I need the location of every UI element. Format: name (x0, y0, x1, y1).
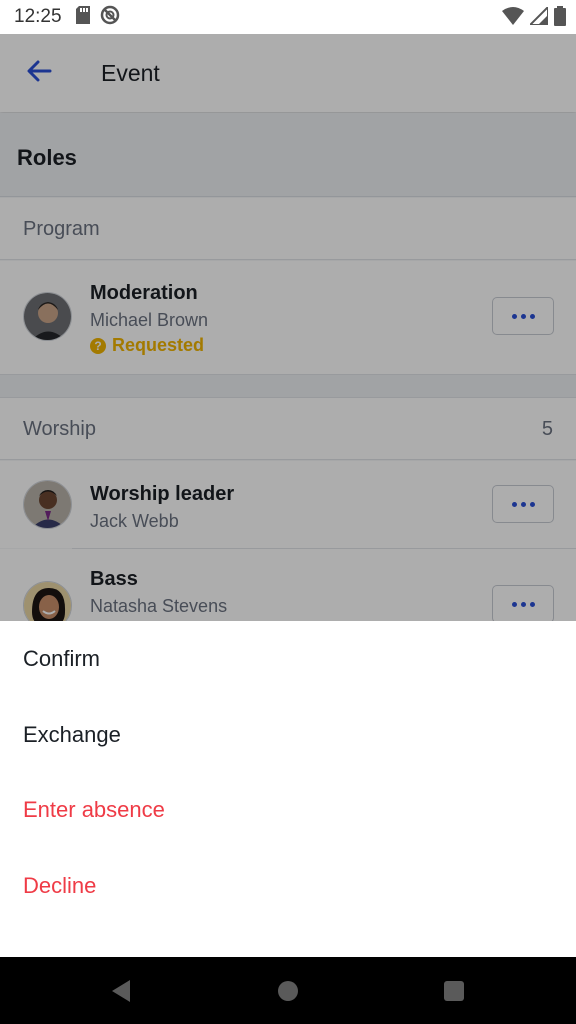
signal-icon (527, 4, 549, 30)
system-nav-bar (0, 957, 576, 1024)
nav-back-icon[interactable] (110, 979, 132, 1008)
enter-absence-action[interactable]: Enter absence (0, 772, 576, 848)
action-bottom-sheet: Confirm Exchange Enter absence Decline (0, 621, 576, 957)
sd-card-icon (75, 5, 90, 29)
status-time: 12:25 (14, 6, 62, 27)
no-sync-icon (100, 5, 120, 30)
exchange-action[interactable]: Exchange (0, 697, 576, 773)
status-left-icons (75, 5, 120, 30)
battery-icon (554, 6, 566, 31)
nav-recents-icon[interactable] (444, 981, 464, 1001)
nav-home-icon[interactable] (278, 981, 298, 1001)
wifi-icon (502, 7, 524, 30)
decline-action[interactable]: Decline (0, 848, 576, 924)
modal-scrim[interactable] (0, 34, 576, 621)
confirm-action[interactable]: Confirm (0, 621, 576, 697)
status-bar: 12:25 (0, 0, 576, 34)
status-right-icons (502, 4, 566, 31)
